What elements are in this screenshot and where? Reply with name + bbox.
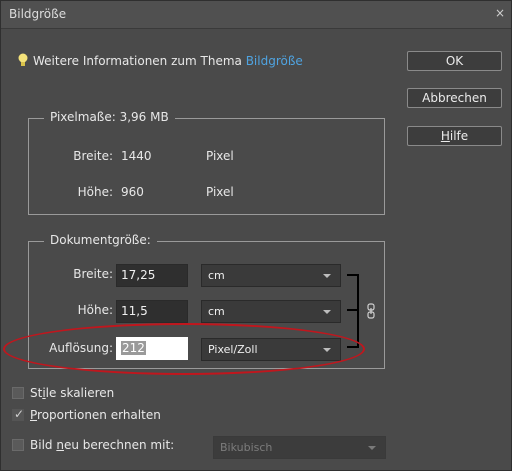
doc-width-label: Breite: (73, 267, 113, 281)
doc-height-unit-select[interactable]: cm (201, 300, 341, 323)
resample-option[interactable]: Bild neu berechnen mit: (12, 437, 222, 453)
doc-height-unit-value: cm (208, 305, 225, 318)
help-label: ilfe (449, 129, 469, 143)
document-size-legend: Dokumentgröße: (44, 233, 157, 247)
close-icon[interactable]: × (495, 6, 505, 20)
scale-styles-label: Stile skalieren (30, 386, 115, 400)
title-bar: Bildgröße × (1, 1, 511, 29)
constrain-bracket-mid (347, 309, 359, 311)
cancel-button[interactable]: Abbrechen (407, 88, 502, 108)
resample-method-select[interactable]: Bikubisch (213, 436, 386, 459)
doc-width-input[interactable]: 17,25 (116, 264, 188, 287)
doc-width-unit-select[interactable]: cm (201, 264, 341, 287)
chevron-down-icon (323, 310, 331, 314)
pixel-width-value: 1440 (121, 149, 152, 163)
doc-height-input[interactable]: 11,5 (116, 300, 188, 323)
pixel-height-value: 960 (121, 185, 144, 199)
constrain-checkbox[interactable]: ✓ (12, 407, 25, 421)
checkmark-icon: ✓ (14, 407, 25, 421)
ok-button[interactable]: OK (407, 51, 502, 71)
resample-label: Bild neu berechnen mit: (30, 438, 175, 452)
lightbulb-icon (18, 53, 28, 66)
constrain-option[interactable]: ✓ Proportionen erhalten (12, 407, 232, 423)
doc-width-unit-value: cm (208, 269, 225, 282)
pixel-height-unit: Pixel (206, 185, 234, 199)
help-mnemonic: H (440, 129, 450, 143)
chain-link-icon (367, 303, 375, 319)
constrain-label: Proportionen erhalten (30, 408, 161, 422)
scale-styles-checkbox[interactable] (12, 387, 24, 399)
resolution-highlight-ellipse (3, 323, 365, 375)
pixel-dimensions-group (28, 118, 385, 215)
constrain-bracket (347, 274, 359, 348)
pixel-height-label: Höhe: (77, 185, 113, 199)
dialog-title: Bildgröße (9, 7, 67, 21)
pixel-width-label: Breite: (73, 149, 113, 163)
pixel-dimensions-legend: Pixelmaße: 3,96 MB (44, 110, 175, 124)
pixel-width-unit: Pixel (206, 149, 234, 163)
chevron-down-icon (323, 274, 331, 278)
info-line: Weitere Informationen zum Thema Bildgröß… (33, 54, 303, 68)
resample-method-value: Bikubisch (220, 441, 273, 454)
info-text: Weitere Informationen zum Thema (33, 54, 242, 68)
scale-styles-option[interactable]: Stile skalieren (12, 385, 212, 401)
doc-height-label: Höhe: (77, 303, 113, 317)
chevron-down-icon (368, 446, 376, 450)
info-link[interactable]: Bildgröße (246, 54, 303, 68)
resample-checkbox[interactable] (12, 439, 24, 451)
help-button[interactable]: Hilfe (407, 126, 502, 146)
image-size-dialog: Bildgröße × Weitere Informationen zum Th… (0, 0, 512, 471)
